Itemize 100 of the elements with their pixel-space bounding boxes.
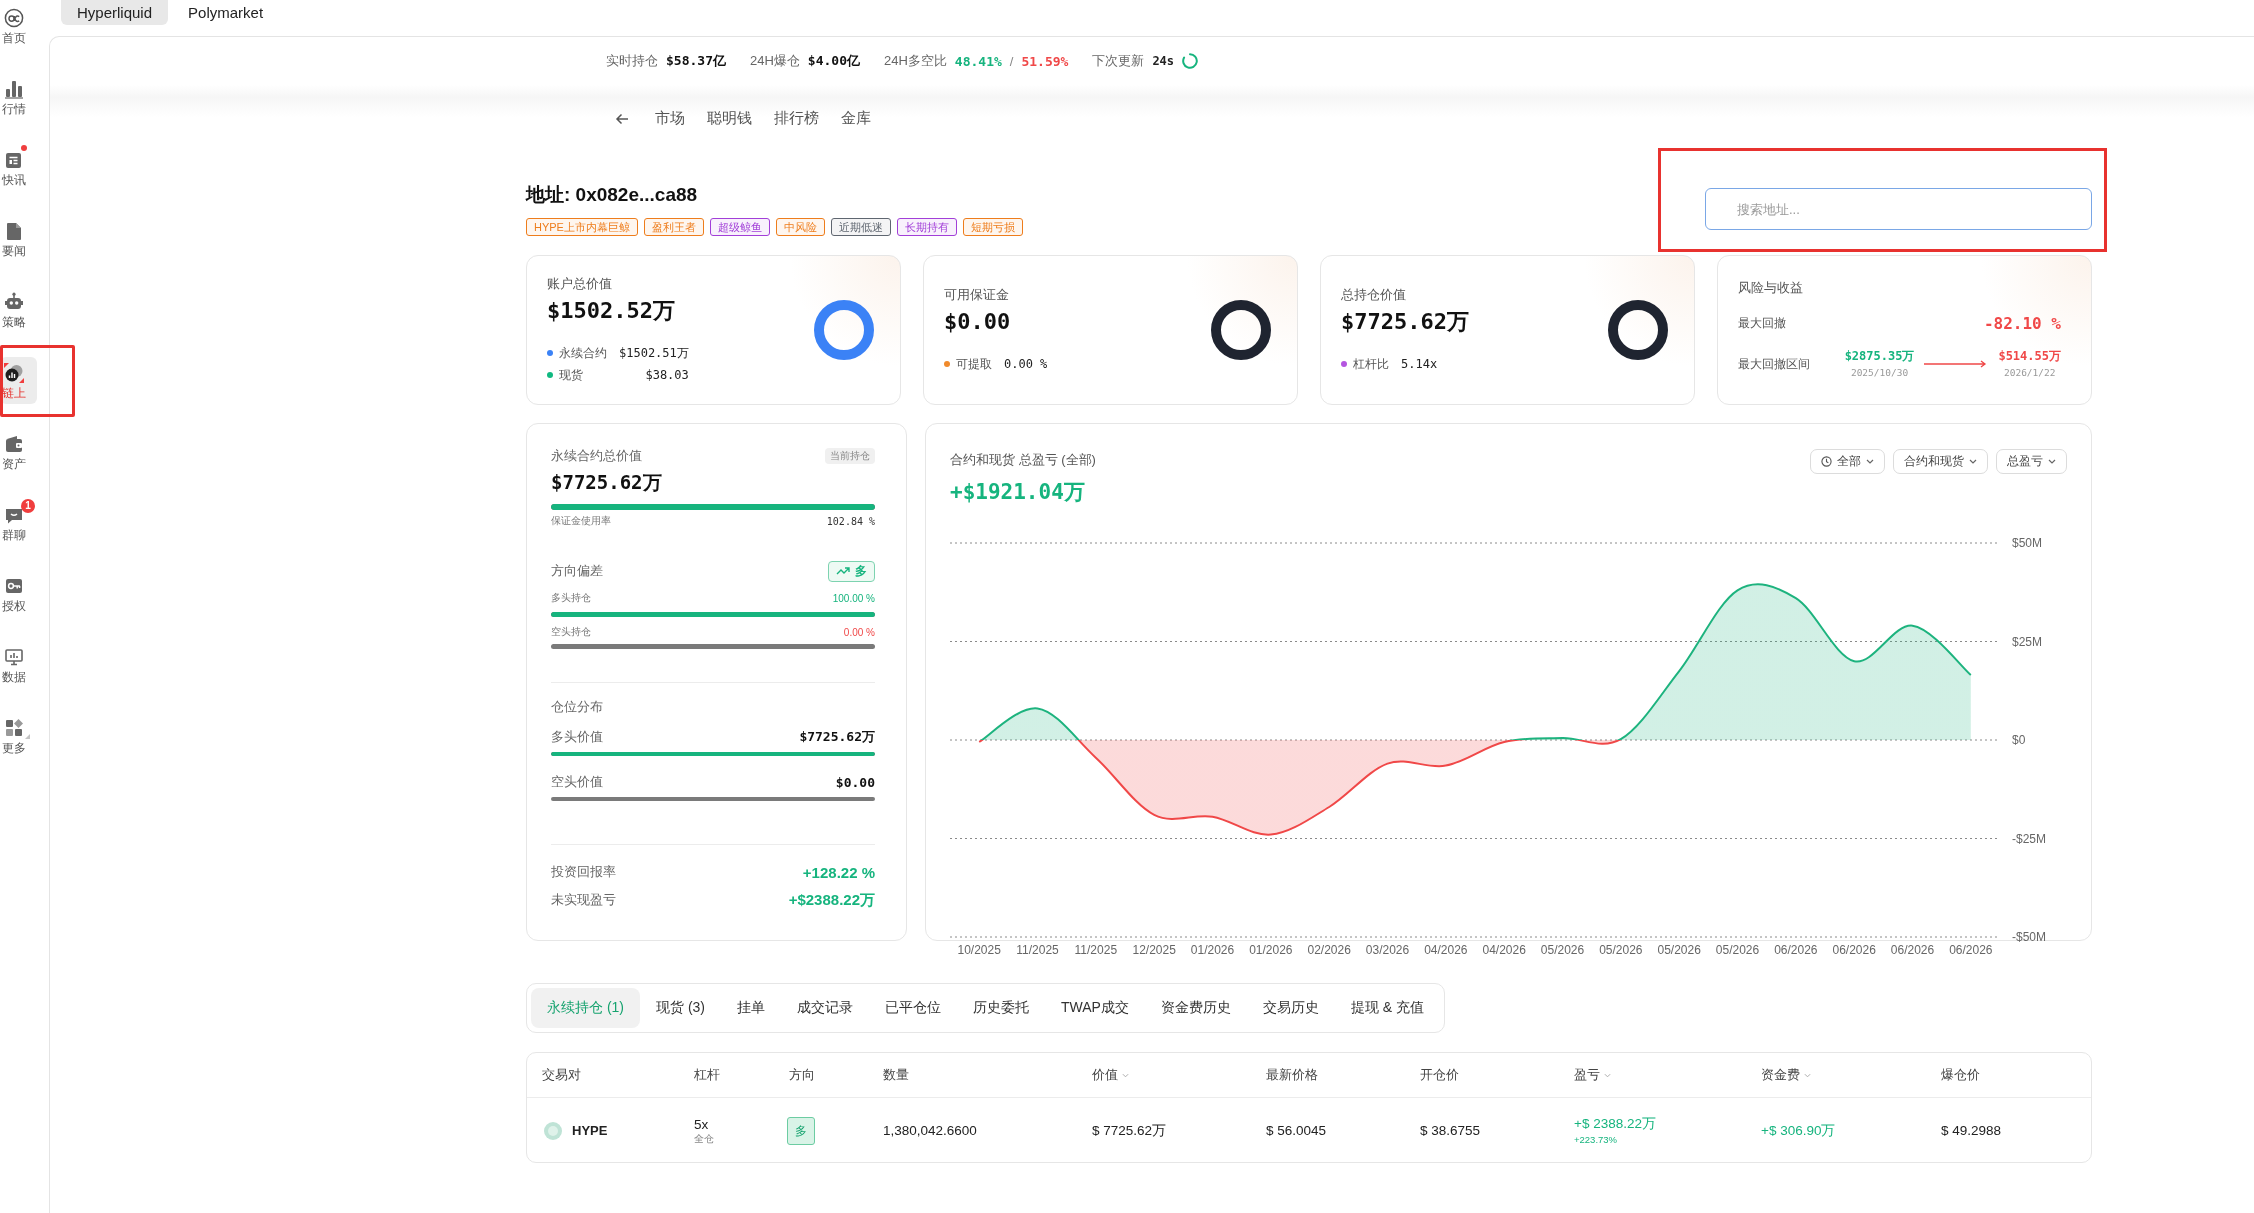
position-tab[interactable]: 挂单 — [721, 988, 781, 1028]
sidebar-item[interactable]: 行情 — [0, 73, 37, 120]
sidebar-item[interactable]: 资产 — [0, 428, 37, 475]
legend-label: 可提取 — [956, 356, 992, 373]
x-axis-label: 06/2026 — [1832, 943, 1876, 957]
x-axis-label: 11/2025 — [1016, 943, 1059, 957]
position-tab[interactable]: 现货 (3) — [640, 988, 721, 1028]
range-end-date: 2026/1/22 — [2003, 366, 2056, 380]
stat-label: 24H多空比 — [883, 52, 947, 70]
table-cell-text: $ 38.6755 — [1420, 1123, 1482, 1138]
position-tab[interactable]: 历史委托 — [957, 988, 1045, 1028]
sidebar-item[interactable]: 1 群聊 — [0, 499, 37, 546]
position-tab[interactable]: 资金费历史 — [1144, 988, 1247, 1028]
bar-value: $7725.62万 — [799, 728, 875, 746]
trend-up-icon — [836, 566, 850, 576]
range-end-value: $514.55万 — [1998, 348, 2061, 365]
monitor-chart-icon — [4, 647, 24, 667]
chevron-down-icon[interactable] — [1804, 1072, 1811, 1078]
address-tag: 盈利王者 — [643, 218, 704, 236]
chart-bubble-icon — [4, 363, 24, 383]
wallet-icon — [4, 434, 24, 454]
perp-value: $7725.62万 — [551, 470, 663, 495]
platform-tab[interactable]: Polymarket — [172, 0, 280, 25]
metric-value: +128.22 % — [802, 863, 875, 881]
x-axis-label: 04/2026 — [1424, 943, 1468, 957]
legend-label: 永续合约 — [559, 345, 607, 362]
metric-label: 未实现盈亏 — [551, 891, 616, 909]
x-axis-label: 05/2026 — [1657, 943, 1701, 957]
leverage-value: 5x — [694, 1116, 710, 1132]
coin-icon — [544, 1121, 562, 1140]
x-axis-label: 06/2026 — [1890, 943, 1935, 957]
legend-label: 现货 — [559, 367, 584, 384]
y-axis-label: $0 — [2012, 733, 2026, 747]
x-axis-label: 01/2026 — [1190, 943, 1235, 957]
bar-label: 多头价值 — [551, 728, 603, 746]
nav-link[interactable]: 聪明钱 — [707, 108, 752, 128]
x-axis-label: 05/2026 — [1540, 943, 1585, 957]
legend-value: $1502.51万 — [618, 344, 689, 362]
sidebar-item[interactable]: 更多 — [0, 712, 37, 759]
x-axis-label: 03/2026 — [1365, 943, 1410, 957]
chevron-down-icon[interactable] — [1604, 1072, 1611, 1078]
sidebar-item[interactable]: 策略 — [0, 286, 37, 333]
arrow-left-icon — [615, 113, 629, 125]
filter-dropdown[interactable]: 全部 — [1810, 449, 1885, 474]
card-label: 账户总价值 — [547, 275, 613, 293]
panel-label: 方向偏差 — [551, 562, 603, 580]
sidebar-item[interactable]: 要闻 — [0, 215, 37, 262]
x-axis-label: 05/2026 — [1599, 943, 1643, 957]
sidebar-item[interactable]: 授权 — [0, 570, 37, 617]
section-label: 仓位分布 — [551, 698, 604, 716]
address-tag: HYPE上市内幕巨鲸 — [526, 218, 638, 236]
card-label: 风险与收益 — [1738, 279, 1804, 297]
newspaper-icon — [4, 150, 24, 170]
platform-tab[interactable]: Hyperliquid — [61, 0, 169, 25]
sidebar-item[interactable]: 首页 — [0, 2, 37, 49]
nav-link[interactable]: 市场 — [655, 108, 685, 128]
metric-label: 最大回撤区间 — [1738, 355, 1810, 373]
stat-value: $4.00亿 — [807, 52, 860, 70]
bar-label: 空头价值 — [551, 773, 603, 791]
card-label: 总持仓价值 — [1341, 286, 1407, 304]
x-axis-label: 06/2026 — [1774, 943, 1818, 957]
address-tag: 中风险 — [775, 218, 825, 236]
card-value: $1502.52万 — [547, 297, 676, 325]
position-tab[interactable]: 提现 & 充值 — [1334, 988, 1441, 1028]
stat-label: 24H爆仓 — [749, 52, 800, 70]
filter-dropdown[interactable]: 合约和现货 — [1893, 449, 1988, 474]
ratio-separator: / — [1009, 53, 1014, 69]
x-axis-label: 05/2026 — [1715, 943, 1760, 957]
key-icon — [4, 576, 24, 596]
sidebar-item[interactable]: 数据 — [0, 641, 37, 688]
column-header: 最新价格 — [1266, 1066, 1318, 1084]
stat-label: 实时持仓 — [606, 52, 658, 70]
address-tag: 超级鲸鱼 — [709, 218, 770, 236]
chevron-down-icon — [2048, 459, 2056, 464]
margin-mode: 全仓 — [694, 1131, 715, 1145]
nav-link[interactable]: 金库 — [841, 108, 871, 128]
position-tab[interactable]: 交易历史 — [1246, 988, 1335, 1028]
search-field[interactable]: 搜索地址... — [1705, 188, 2092, 230]
grid-icon — [4, 718, 24, 738]
bar-label: 多头持仓 — [551, 591, 591, 605]
nav-link[interactable]: 排行榜 — [774, 108, 819, 128]
x-axis-label: 02/2026 — [1307, 943, 1351, 957]
y-axis-label: $25M — [2012, 634, 2043, 649]
countdown-value: 24s — [1152, 54, 1175, 68]
chevron-down-icon[interactable] — [1122, 1072, 1129, 1078]
legend-label: 杠杆比 — [1353, 356, 1389, 373]
address-title: 地址: 0x082e...ca88 — [526, 183, 699, 207]
position-tab[interactable]: TWAP成交 — [1045, 988, 1145, 1028]
sidebar-item[interactable]: 快讯 — [0, 144, 37, 191]
back-button[interactable] — [615, 111, 629, 125]
column-header: 方向 — [789, 1066, 815, 1084]
filter-dropdown[interactable]: 总盈亏 — [1996, 449, 2067, 474]
position-tab[interactable]: 成交记录 — [781, 988, 869, 1028]
address-tag: 长期持有 — [896, 218, 957, 236]
y-axis-label: -$50M — [2012, 930, 2046, 944]
x-axis-label: 12/2025 — [1132, 943, 1176, 957]
column-header: 爆仓价 — [1941, 1066, 1980, 1084]
position-tab[interactable]: 已平仓位 — [869, 988, 957, 1028]
legend-value: 5.14x — [1400, 357, 1438, 371]
pnl-percent: +223.73% — [1574, 1133, 1619, 1146]
